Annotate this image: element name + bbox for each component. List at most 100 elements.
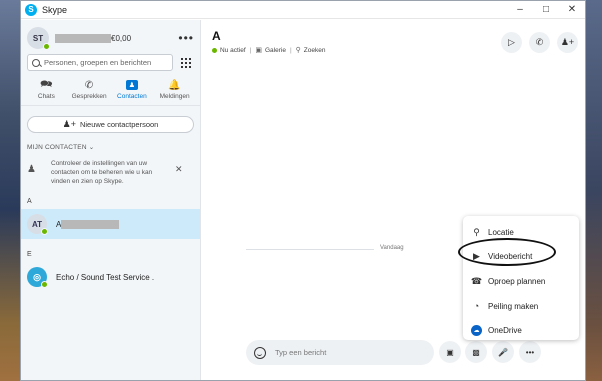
group-letter-e: E	[27, 251, 32, 258]
contact-name: Echo / Sound Test Service .	[56, 272, 155, 282]
sidebar: ST €0,00 ••• Personen, groepen en berich…	[21, 20, 201, 380]
find-link[interactable]: Zoeken	[304, 47, 326, 54]
new-contact-button[interactable]: ♟+ Nieuwe contactpersoon	[27, 116, 194, 133]
privacy-notice: ♟ Controleer de instellingen van uw cont…	[21, 159, 200, 186]
audio-call-button[interactable]: ✆	[529, 32, 550, 53]
location-icon: ⚲	[473, 226, 480, 237]
menu-item-onedrive[interactable]: ☁ OneDrive	[463, 318, 579, 343]
contact-card-button[interactable]: ▩	[465, 341, 487, 363]
search-placeholder: Personen, groepen en berichten	[44, 58, 152, 67]
presence-online-icon	[41, 228, 48, 235]
schedule-call-icon: ☎	[470, 275, 483, 286]
media-gallery-button[interactable]: ▣	[439, 341, 461, 363]
echo-service-icon: ◎	[27, 267, 48, 288]
video-call-button[interactable]: ▷	[501, 32, 522, 53]
contact-initials: AT	[31, 219, 43, 229]
search-icon: ⚲	[295, 47, 301, 54]
avatar-initials: ST	[32, 33, 44, 43]
conversation-subheader: Nu actief | ▣ Galerie | ⚲ Zoeken	[212, 46, 325, 54]
emoji-icon[interactable]	[254, 346, 266, 359]
separator: |	[249, 46, 252, 54]
skype-logo-icon: S	[25, 3, 37, 16]
section-title: MIJN CONTACTEN	[27, 144, 87, 151]
contact-card-icon: ▩	[472, 347, 480, 357]
new-contact-label: Nieuwe contactpersoon	[79, 120, 159, 129]
tab-notifications[interactable]: 🔔 Meldingen	[153, 80, 196, 105]
maximize-button[interactable]: □	[533, 1, 559, 19]
phone-icon: ✆	[535, 37, 544, 47]
profile-name: €0,00	[55, 33, 132, 43]
more-options-icon[interactable]: •••	[178, 31, 194, 45]
phone-icon: ✆	[84, 79, 94, 91]
gallery-icon: ▣	[255, 47, 262, 54]
add-people-button[interactable]: ♟+	[557, 32, 578, 53]
group-letter-a: A	[27, 198, 32, 205]
desktop-wallpaper-left	[0, 0, 20, 381]
search-icon	[32, 58, 40, 67]
presence-online-icon	[212, 47, 217, 53]
contact-row-echo[interactable]: ◎ Echo / Sound Test Service .	[21, 262, 200, 292]
conversation-pane: A Nu actief | ▣ Galerie | ⚲ Zoeken ▷ ✆ ♟…	[202, 20, 585, 380]
status-text: Nu actief	[220, 46, 246, 54]
menu-item-label: OneDrive	[488, 326, 522, 336]
media-icon: ▣	[446, 347, 454, 357]
poll-icon: ◔	[473, 301, 480, 312]
more-options-icon: •••	[525, 347, 535, 357]
skype-window: S Skype – □ ✕ ST €0,00 ••• Personen, gro…	[20, 0, 586, 381]
avatar: AT	[27, 214, 48, 235]
menu-item-label: Peiling maken	[488, 301, 539, 311]
add-person-icon: ♟+	[560, 37, 575, 47]
tab-contacts-label: Contacten	[117, 93, 147, 100]
tab-chats[interactable]: 🗪 Chats	[25, 79, 68, 105]
search-row: Personen, groepen en berichten	[21, 54, 200, 71]
menu-item-video-message[interactable]: ▶ Videobericht	[463, 245, 579, 270]
menu-item-label: Videobericht	[488, 252, 533, 262]
contacts-book-icon: ♟	[125, 80, 138, 90]
date-divider-line	[246, 249, 374, 250]
microphone-icon: 🎤	[498, 347, 508, 357]
tab-calls-label: Gesprekken	[71, 93, 107, 100]
chevron-down-icon: ⌄	[88, 144, 95, 151]
avatar[interactable]: ST	[27, 27, 50, 50]
more-actions-button[interactable]: •••	[519, 341, 541, 363]
conversation-title[interactable]: A	[212, 29, 221, 43]
menu-item-label: Locatie	[488, 227, 514, 237]
video-message-icon: ▶	[473, 251, 480, 262]
tab-notifications-label: Meldingen	[159, 93, 190, 100]
more-actions-menu: ⚲ Locatie ▶ Videobericht ☎ Oproep planne…	[463, 216, 579, 340]
presence-online-icon	[43, 43, 50, 50]
account-balance: €0,00	[111, 33, 132, 43]
search-input[interactable]: Personen, groepen en berichten	[27, 54, 173, 71]
menu-item-schedule-call[interactable]: ☎ Oproep plannen	[463, 269, 579, 294]
add-person-icon: ♟+	[62, 119, 76, 129]
menu-item-poll[interactable]: ◔ Peiling maken	[463, 294, 579, 319]
audio-message-button[interactable]: 🎤	[492, 341, 514, 363]
redacted-name	[61, 219, 120, 229]
separator: |	[289, 46, 292, 54]
tab-contacts[interactable]: ♟ Contacten	[111, 80, 154, 105]
menu-item-location[interactable]: ⚲ Locatie	[463, 220, 579, 245]
message-input[interactable]: Typ een bericht	[246, 340, 434, 365]
my-contacts-header[interactable]: MIJN CONTACTEN ⌄	[27, 143, 200, 151]
close-window-button[interactable]: ✕	[559, 1, 585, 19]
redacted-name	[55, 33, 111, 43]
dialpad-icon[interactable]	[178, 55, 194, 71]
onedrive-icon: ☁	[471, 325, 482, 337]
bell-icon: 🔔	[168, 79, 181, 91]
people-icon: ♟	[27, 164, 36, 175]
date-divider-label: Vandaag	[380, 245, 404, 251]
minimize-button[interactable]: –	[507, 1, 533, 19]
contact-name: A	[56, 219, 120, 229]
dismiss-notice-icon[interactable]: ✕	[175, 159, 183, 186]
desktop-wallpaper-right	[586, 0, 602, 381]
notice-text: Controleer de instellingen van uw contac…	[51, 160, 153, 185]
composer-placeholder: Typ een bericht	[275, 348, 327, 357]
contact-row-a[interactable]: AT A	[21, 209, 200, 239]
profile-header[interactable]: ST €0,00 •••	[21, 25, 200, 51]
tab-calls[interactable]: ✆ Gesprekken	[68, 80, 111, 105]
video-camera-icon: ▷	[508, 37, 515, 47]
menu-item-label: Oproep plannen	[488, 276, 546, 286]
nav-tabs: 🗪 Chats ✆ Gesprekken ♟ Contacten 🔔 Meldi…	[21, 79, 200, 106]
title-bar: S Skype – □ ✕	[21, 1, 585, 19]
gallery-link[interactable]: Galerie	[265, 47, 286, 54]
